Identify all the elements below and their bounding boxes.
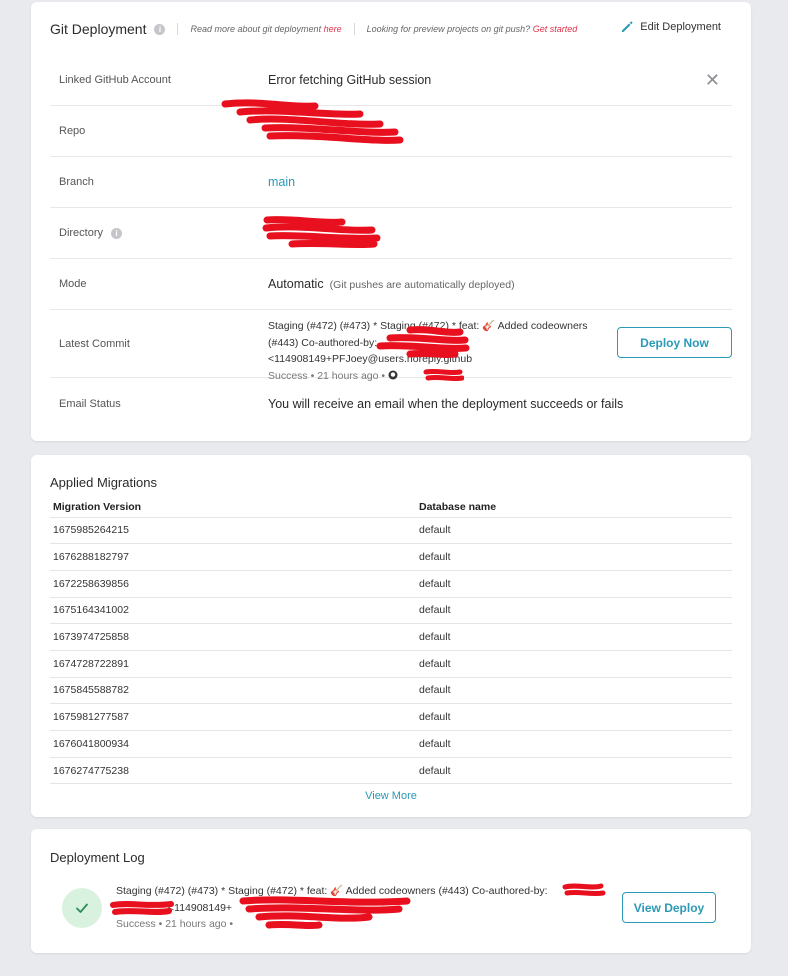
view-deploy-button[interactable]: View Deploy: [622, 892, 716, 923]
git-deployment-card: Git Deployment i Read more about git dep…: [31, 2, 751, 441]
latest-commit-label: Latest Commit: [59, 337, 130, 350]
column-header-database-name: Database name: [416, 498, 732, 518]
database-name-cell: default: [416, 703, 732, 731]
edit-deployment-label: Edit Deployment: [640, 21, 721, 33]
redaction-scribble: [562, 883, 606, 897]
database-name-cell: default: [416, 517, 732, 545]
redaction-scribble: [239, 896, 411, 930]
table-row: 1675845588782 default: [50, 677, 732, 705]
check-icon: [76, 903, 88, 913]
table-row: 1674728722891 default: [50, 650, 732, 678]
preview-note: Looking for preview projects on git push…: [367, 24, 578, 34]
table-row: 1675981277587 default: [50, 703, 732, 731]
migration-version-cell: 1672258639856: [50, 570, 416, 598]
table-row: 1676274775238 default: [50, 757, 732, 785]
deploy-now-button[interactable]: Deploy Now: [617, 327, 732, 358]
database-name-cell: default: [416, 677, 732, 705]
read-more-note: Read more about git deployment here: [190, 24, 341, 34]
migration-version-cell: 1675985264215: [50, 517, 416, 545]
database-name-cell: default: [416, 543, 732, 571]
row-branch: Branch main: [50, 157, 732, 208]
table-header-row: Migration Version Database name: [50, 498, 732, 518]
read-more-text: Read more about git deployment: [190, 24, 324, 34]
database-name-cell: default: [416, 757, 732, 785]
github-account-label: Linked GitHub Account: [59, 74, 171, 86]
table-row: 1673974725858 default: [50, 623, 732, 651]
repo-label: Repo: [59, 125, 86, 137]
mode-value: Automatic (Git pushes are automatically d…: [268, 277, 515, 291]
read-more-link[interactable]: here: [324, 24, 342, 34]
migration-version-cell: 1674728722891: [50, 650, 416, 678]
migration-version-cell: 1673974725858: [50, 623, 416, 651]
success-status-badge: [62, 888, 102, 928]
redaction-scribble: [110, 901, 174, 915]
email-status-label: Email Status: [59, 398, 121, 410]
view-more-link[interactable]: View More: [31, 790, 751, 802]
migration-version-cell: 1676288182797: [50, 543, 416, 571]
applied-migrations-card: Applied Migrations Migration Version Dat…: [31, 455, 751, 817]
column-header-migration-version: Migration Version: [50, 498, 416, 518]
pencil-icon: [622, 21, 633, 32]
row-email-status: Email Status You will receive an email w…: [50, 378, 732, 430]
header-divider: [353, 23, 355, 35]
row-repo: Repo: [50, 99, 732, 157]
database-name-cell: default: [416, 730, 732, 758]
github-account-value: Error fetching GitHub session: [268, 73, 432, 87]
migration-version-cell: 1676041800934: [50, 730, 416, 758]
branch-value[interactable]: main: [268, 175, 295, 189]
info-icon[interactable]: i: [111, 227, 123, 239]
deployment-log-title: Deployment Log: [50, 850, 145, 865]
directory-label: Directory i: [59, 227, 123, 239]
mode-note: (Git pushes are automatically deployed): [329, 279, 515, 291]
git-deployment-header: Git Deployment i Read more about git dep…: [50, 21, 577, 37]
mode-label: Mode: [59, 278, 87, 290]
header-divider: [177, 23, 179, 35]
migration-version-cell: 1675845588782: [50, 677, 416, 705]
edit-deployment-button[interactable]: Edit Deployment: [620, 20, 721, 34]
database-name-cell: default: [416, 570, 732, 598]
row-directory: Directory i: [50, 208, 732, 259]
table-row: 1676041800934 default: [50, 730, 732, 758]
info-icon[interactable]: i: [154, 23, 166, 35]
directory-label-text: Directory: [59, 227, 104, 239]
migration-version-cell: 1675164341002: [50, 597, 416, 625]
redaction-scribble: [221, 99, 404, 144]
close-icon[interactable]: ✕: [705, 71, 720, 89]
get-started-link[interactable]: Get started: [533, 24, 578, 34]
migrations-title: Applied Migrations: [50, 475, 157, 490]
email-status-value: You will receive an email when the deplo…: [268, 397, 624, 411]
database-name-cell: default: [416, 650, 732, 678]
database-name-cell: default: [416, 623, 732, 651]
deployment-info-table: Linked GitHub Account Error fetching Git…: [50, 55, 732, 430]
table-row: 1675985264215 default: [50, 517, 732, 545]
table-row: 1675164341002 default: [50, 597, 732, 625]
preview-text: Looking for preview projects on git push…: [366, 24, 533, 34]
row-mode: Mode Automatic (Git pushes are automatica…: [50, 259, 732, 310]
table-row: 1676288182797 default: [50, 543, 732, 571]
migration-version-cell: 1676274775238: [50, 757, 416, 785]
git-deployment-title: Git Deployment: [50, 21, 147, 37]
database-name-cell: default: [416, 597, 732, 625]
table-row: 1672258639856 default: [50, 570, 732, 598]
deployment-log-card: Deployment Log Staging (#472) (#473) * S…: [31, 829, 751, 953]
row-latest-commit: Latest Commit Staging (#472) (#473) * St…: [50, 310, 732, 382]
mode-value-text: Automatic: [268, 277, 324, 291]
redaction-scribble: [262, 216, 381, 249]
redaction-scribble: [376, 326, 470, 359]
migrations-table: Migration Version Database name 16759852…: [50, 498, 732, 785]
branch-label: Branch: [59, 176, 94, 188]
migration-version-cell: 1675981277587: [50, 703, 416, 731]
